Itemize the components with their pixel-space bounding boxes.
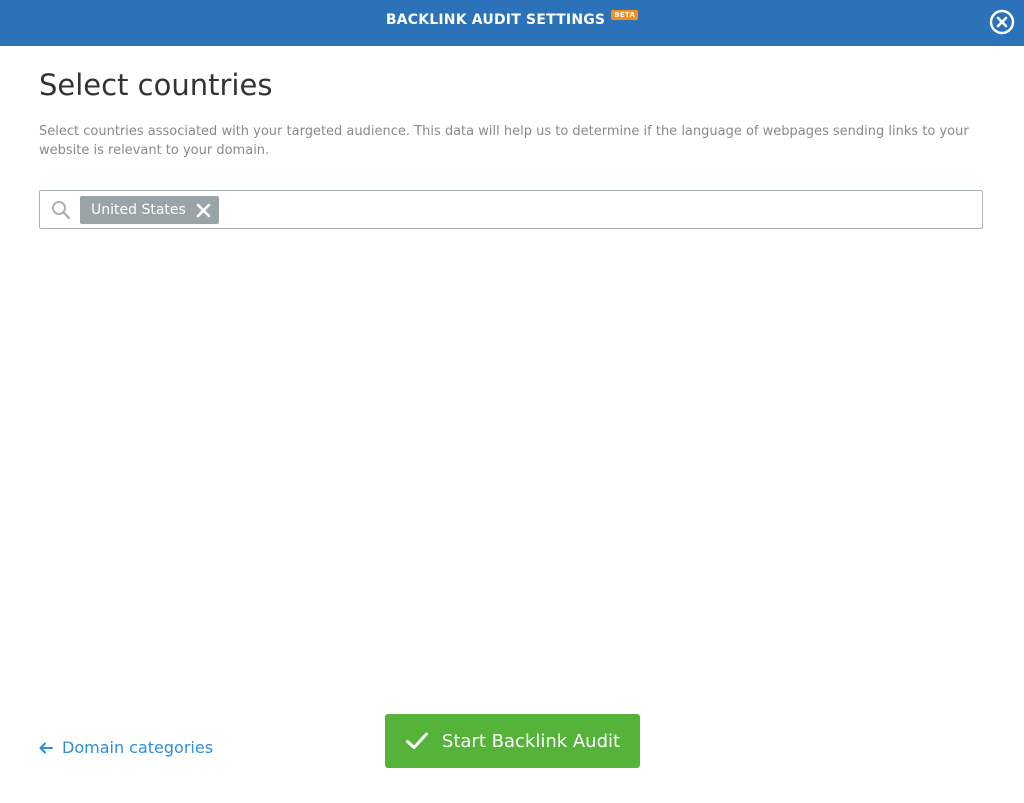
checkmark-icon (405, 732, 428, 749)
search-icon (52, 201, 71, 220)
arrow-left-icon (39, 742, 53, 753)
close-button[interactable] (989, 9, 1015, 35)
domain-categories-back-link[interactable]: Domain categories (39, 738, 213, 757)
country-tag-label: United States (91, 202, 186, 218)
start-button-label: Start Backlink Audit (441, 730, 621, 752)
country-search-box[interactable]: United States (39, 190, 983, 229)
x-icon[interactable] (196, 203, 211, 218)
header-bar: BACKLINK AUDIT SETTINGS BETA (0, 0, 1024, 46)
beta-badge: BETA (611, 10, 639, 20)
page-description: Select countries associated with your ta… (39, 124, 969, 158)
page-title: Select countries (39, 68, 273, 102)
header-title-text: BACKLINK AUDIT SETTINGS (385, 12, 606, 28)
backlink-audit-settings-window: BACKLINK AUDIT SETTINGS BETA Select count… (0, 0, 1024, 803)
close-circle-icon (989, 9, 1015, 35)
start-backlink-audit-button[interactable]: Start Backlink Audit (385, 714, 640, 768)
country-tag-united-states: United States (80, 196, 219, 224)
back-link-label: Domain categories (62, 738, 214, 757)
header-title: BACKLINK AUDIT SETTINGS BETA (0, 10, 1024, 28)
country-search-input[interactable] (230, 197, 974, 225)
